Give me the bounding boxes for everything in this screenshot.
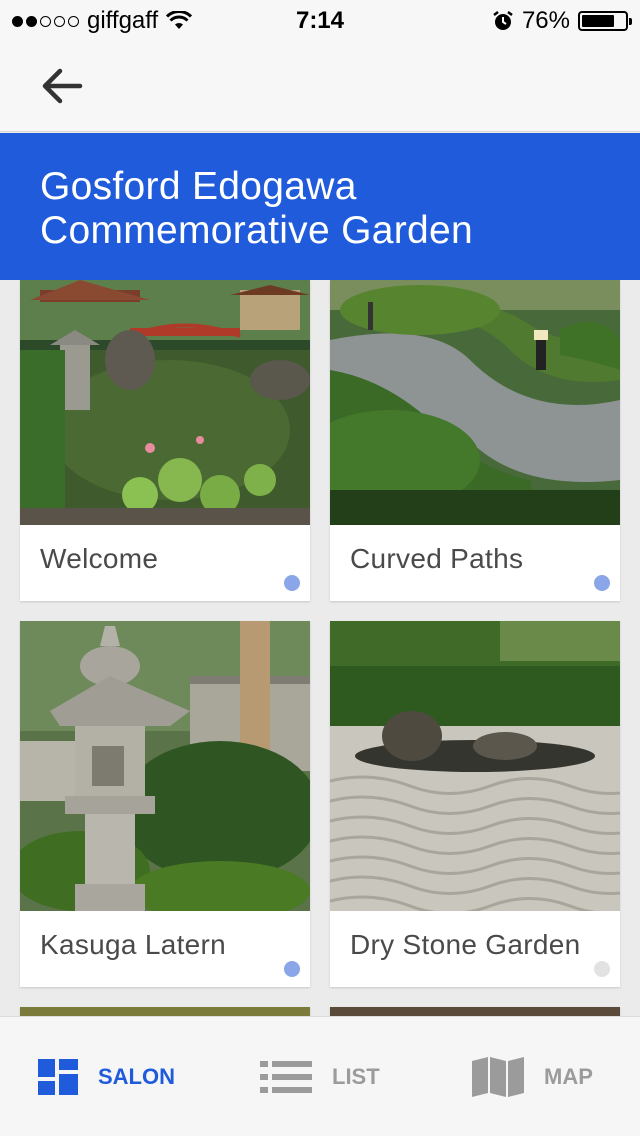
- map-icon: [472, 1057, 524, 1097]
- card-label: Kasuga Latern: [20, 911, 310, 987]
- battery-percent: 76%: [521, 7, 570, 34]
- card-photo: [20, 1007, 310, 1016]
- tab-salon[interactable]: SALON: [38, 1055, 175, 1099]
- tab-bar: SALON LIST MAP: [0, 1016, 640, 1136]
- back-button[interactable]: [36, 62, 92, 110]
- card-partial[interactable]: [20, 1007, 310, 1016]
- list-icon: [260, 1061, 312, 1093]
- pond-photo: [20, 280, 310, 525]
- card-kasuga-latern[interactable]: Kasuga Latern: [20, 621, 310, 987]
- grid-icon: [38, 1059, 78, 1095]
- path-photo: [330, 280, 620, 525]
- card-label: Dry Stone Garden: [330, 911, 620, 987]
- card-dry-stone-garden[interactable]: Dry Stone Garden: [330, 621, 620, 987]
- unvisited-indicator-icon: [284, 575, 300, 591]
- card-photo: [20, 280, 310, 525]
- status-bar: giffgaff 7:14 76%: [0, 0, 640, 40]
- battery-info: 76%: [492, 7, 632, 35]
- rock-garden-photo: [330, 621, 620, 911]
- visited-indicator-icon: [594, 961, 610, 977]
- card-photo: [330, 621, 620, 911]
- lantern-photo: [20, 621, 310, 911]
- tab-label: SALON: [98, 1064, 175, 1089]
- card-photo: [20, 621, 310, 911]
- unvisited-indicator-icon: [594, 575, 610, 591]
- page-title: Gosford Edogawa Commemorative Garden: [40, 165, 473, 252]
- tab-label: LIST: [332, 1064, 380, 1089]
- unvisited-indicator-icon: [284, 961, 300, 977]
- navigation-bar: [0, 40, 640, 132]
- battery-icon: [578, 11, 632, 31]
- card-label: Curved Paths: [330, 525, 620, 601]
- tab-label: MAP: [544, 1064, 593, 1089]
- card-partial[interactable]: [330, 1007, 620, 1016]
- card-photo: [330, 280, 620, 525]
- tab-map[interactable]: MAP: [472, 1055, 593, 1099]
- card-welcome[interactable]: Welcome: [20, 280, 310, 601]
- card-curved-paths[interactable]: Curved Paths: [330, 280, 620, 601]
- card-photo: [330, 1007, 620, 1016]
- alarm-icon: [493, 11, 513, 30]
- card-label: Welcome: [20, 525, 310, 601]
- tab-list[interactable]: LIST: [260, 1055, 380, 1099]
- title-banner: Gosford Edogawa Commemorative Garden: [0, 133, 640, 280]
- stop-grid: Welcome Curved Paths Kasuga Latern Dry S…: [0, 280, 640, 1016]
- arrow-left-icon: [42, 68, 83, 104]
